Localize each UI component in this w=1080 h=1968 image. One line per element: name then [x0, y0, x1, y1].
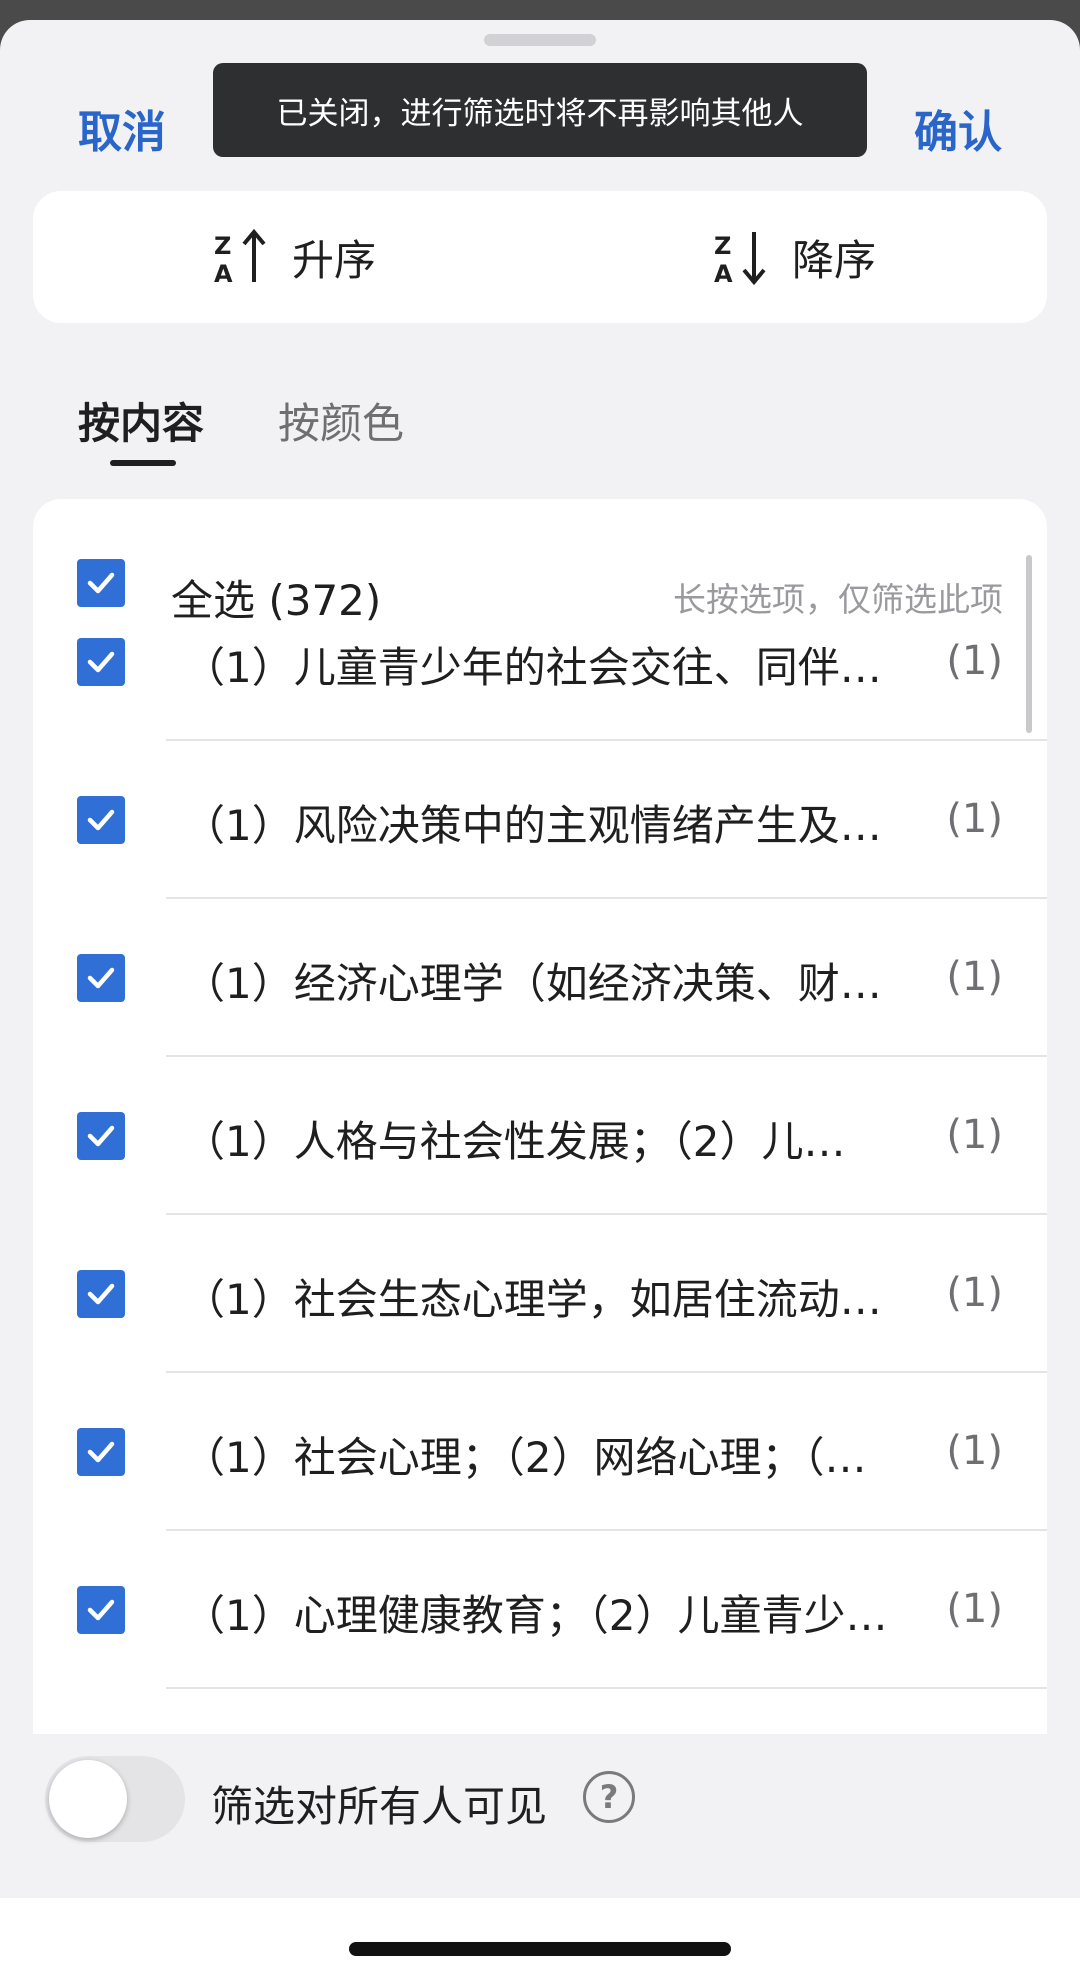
list-item[interactable]: （1）社会心理；（2）网络心理；（… (1)	[33, 1373, 1047, 1531]
tab-by-color[interactable]: 按颜色	[278, 390, 404, 451]
item-checkbox[interactable]	[77, 954, 125, 1002]
item-label: （1）风险决策中的主观情绪产生及…	[183, 801, 882, 850]
item-label: （1）心理健康教育；（2）儿童青少…	[183, 1591, 888, 1640]
visibility-toggle[interactable]	[45, 1756, 185, 1842]
item-checkbox[interactable]	[77, 796, 125, 844]
checkmark-icon	[87, 967, 115, 989]
filter-list[interactable]: 全选 (372) 长按选项，仅筛选此项 （1）儿童青少年的社会交往、同伴… (1…	[33, 499, 1047, 1734]
svg-text:A: A	[214, 260, 233, 288]
home-bar-area	[0, 1898, 1080, 1968]
list-item[interactable]: （1）心理健康教育；（2）儿童青少… (1)	[33, 1531, 1047, 1689]
item-count: (1)	[946, 1428, 1003, 1474]
sort-ascending-icon: Z A	[214, 228, 266, 288]
confirm-button[interactable]: 确认	[914, 96, 1002, 160]
item-label: （1）经济心理学（如经济决策、财…	[183, 959, 882, 1008]
list-item[interactable]: （1）社会生态心理学，如居住流动… (1)	[33, 1215, 1047, 1373]
item-checkbox[interactable]	[77, 1586, 125, 1634]
checkmark-icon	[87, 1283, 115, 1305]
item-checkbox[interactable]	[77, 638, 125, 686]
active-tab-indicator	[110, 460, 176, 466]
toggle-knob	[49, 1760, 127, 1838]
checkmark-icon	[87, 1125, 115, 1147]
list-item[interactable]: （1）人格与社会性发展；（2）儿… (1)	[33, 1057, 1047, 1215]
sort-ascending-button[interactable]: Z A 升序	[210, 191, 376, 323]
item-label: （1）人格与社会性发展；（2）儿…	[183, 1117, 846, 1166]
sort-descending-label: 降序	[792, 235, 877, 285]
sort-descending-icon: Z A	[714, 232, 766, 288]
svg-text:Z: Z	[714, 232, 731, 260]
divider	[166, 1687, 1047, 1689]
checkmark-icon	[87, 1599, 115, 1621]
sort-ascending-label: 升序	[292, 235, 377, 285]
item-count: (1)	[946, 638, 1003, 684]
checkmark-icon	[87, 1441, 115, 1463]
item-checkbox[interactable]	[77, 1112, 125, 1160]
item-count: (1)	[946, 954, 1003, 1000]
item-count: (1)	[946, 1586, 1003, 1632]
sheet-grabber[interactable]	[484, 34, 596, 46]
toast-message: 已关闭，进行筛选时将不再影响其他人	[276, 95, 804, 132]
item-count: (1)	[946, 1112, 1003, 1158]
list-item[interactable]: （1）风险决策中的主观情绪产生及… (1)	[33, 741, 1047, 899]
list-item[interactable]: （1）经济心理学（如经济决策、财… (1)	[33, 899, 1047, 1057]
filter-sort-sheet: 取消 筛选和排序 确认 Z A 升序 Z A 降序 按内容 按颜色	[0, 20, 1080, 1968]
question-mark-icon[interactable]: ?	[583, 1771, 635, 1823]
item-label: （1）社会生态心理学，如居住流动…	[183, 1275, 882, 1324]
item-count: (1)	[946, 796, 1003, 842]
svg-text:A: A	[714, 260, 733, 288]
item-label: （1）儿童青少年的社会交往、同伴…	[183, 643, 882, 692]
item-checkbox[interactable]	[77, 1270, 125, 1318]
sort-descending-button[interactable]: Z A 降序	[710, 191, 876, 323]
checkmark-icon	[87, 809, 115, 831]
item-label: （1）社会心理；（2）网络心理；（…	[183, 1433, 867, 1482]
tab-by-content[interactable]: 按内容	[78, 390, 204, 451]
list-item[interactable]: （1）儿童青少年的社会交往、同伴… (1)	[33, 583, 1047, 741]
svg-text:Z: Z	[214, 232, 231, 260]
item-count: (1)	[946, 1270, 1003, 1316]
sort-card: Z A 升序 Z A 降序	[33, 191, 1047, 323]
item-checkbox[interactable]	[77, 1428, 125, 1476]
home-indicator[interactable]	[349, 1942, 731, 1956]
visibility-label: 筛选对所有人可见	[211, 1782, 548, 1831]
checkmark-icon	[87, 651, 115, 673]
toast-notification: 已关闭，进行筛选时将不再影响其他人	[213, 63, 867, 157]
